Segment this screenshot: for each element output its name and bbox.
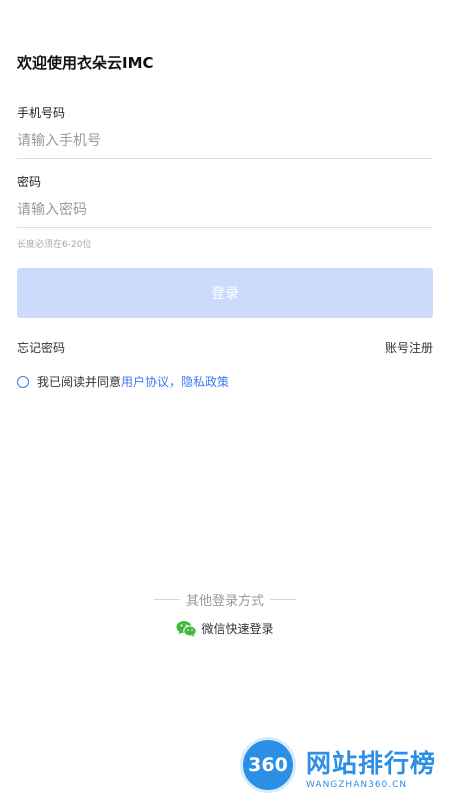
register-link[interactable]: 账号注册 [385, 339, 433, 356]
password-hint: 长度必须在6-20位 [17, 240, 92, 250]
other-login-title: 其他登录方式 [185, 594, 264, 609]
divider-line-left [153, 599, 180, 600]
agreement-row: 我已阅读并同意 用户协议 ， 隐私政策 [17, 373, 229, 390]
forgot-password-link[interactable]: 忘记密码 [17, 339, 65, 356]
password-input[interactable] [17, 193, 433, 228]
user-agreement-link[interactable]: 用户协议 [121, 373, 169, 390]
password-label: 密码 [17, 175, 42, 189]
wechat-icon [176, 621, 198, 637]
watermark-badge: 360 [243, 740, 293, 790]
agreement-separator: ， [169, 375, 182, 389]
watermark-subtitle: WANGZHAN360.CN [306, 780, 408, 790]
wechat-login-button[interactable]: 微信快速登录 [0, 620, 450, 637]
wechat-login-label: 微信快速登录 [201, 622, 274, 636]
login-button[interactable]: 登录 [17, 268, 433, 318]
watermark-name: 网站排行榜 [306, 749, 437, 778]
phone-input[interactable] [17, 124, 433, 159]
divider-line-right [270, 599, 296, 600]
agreement-radio[interactable] [17, 375, 29, 388]
agreement-text: 我已阅读并同意 [37, 375, 122, 389]
watermark: 360 网站排行榜 WANGZHAN360.CN [238, 738, 444, 796]
other-login-divider: 其他登录方式 [0, 590, 450, 609]
phone-label: 手机号码 [17, 106, 66, 120]
page-title: 欢迎使用衣朵云IMC [17, 54, 154, 72]
privacy-policy-link[interactable]: 隐私政策 [181, 373, 229, 390]
